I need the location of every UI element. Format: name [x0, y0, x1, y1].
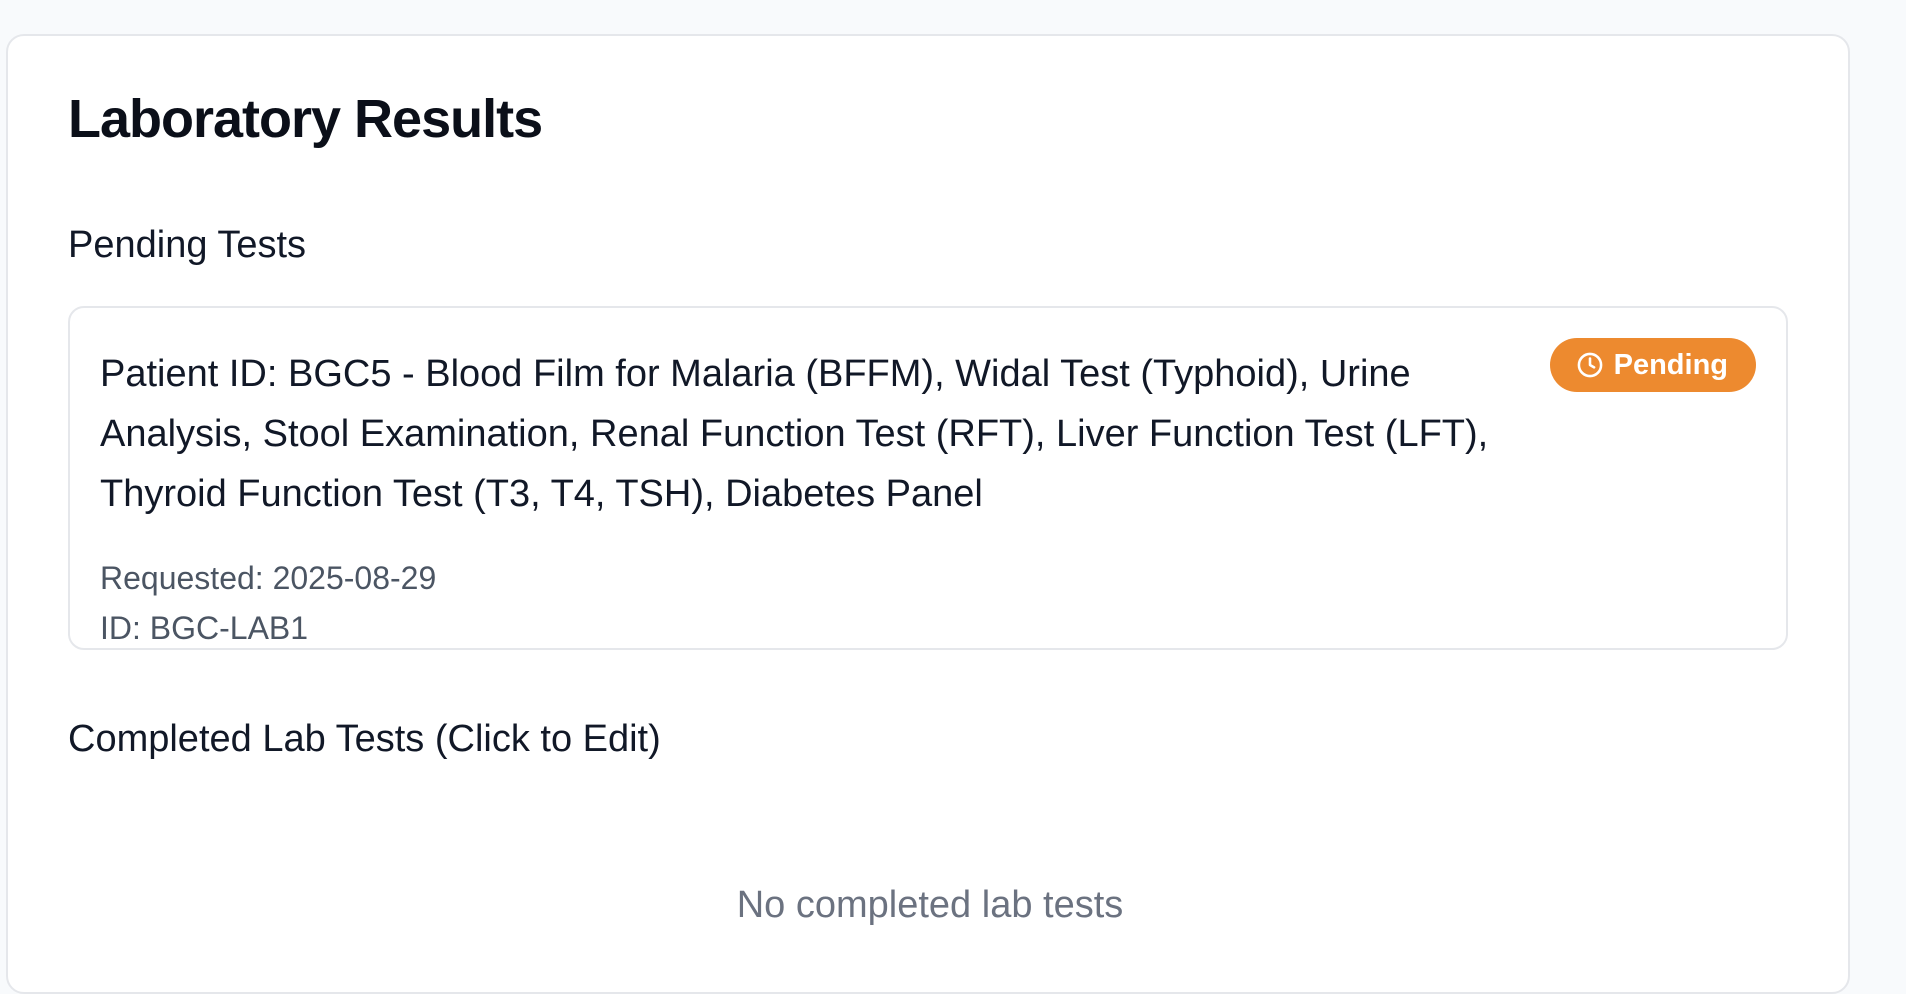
- empty-state-message: No completed lab tests: [736, 884, 1124, 926]
- requested-date: Requested: 2025-08-29: [100, 560, 437, 596]
- status-badge: Pending: [1549, 338, 1756, 392]
- page-title: Laboratory Results: [68, 89, 543, 149]
- pending-test-item[interactable]: Patient ID: BGC5 - Blood Film for Malari…: [68, 306, 1788, 650]
- clock-icon: [1576, 351, 1604, 379]
- completed-tests-heading: Completed Lab Tests (Click to Edit): [68, 718, 661, 760]
- status-label: Pending: [1613, 348, 1728, 381]
- lab-id: ID: BGC-LAB1: [100, 610, 309, 646]
- test-description: Patient ID: BGC5 - Blood Film for Malari…: [100, 353, 1489, 515]
- pending-tests-heading: Pending Tests: [68, 224, 307, 266]
- laboratory-results-card: Laboratory Results Pending Tests Patient…: [6, 34, 1850, 994]
